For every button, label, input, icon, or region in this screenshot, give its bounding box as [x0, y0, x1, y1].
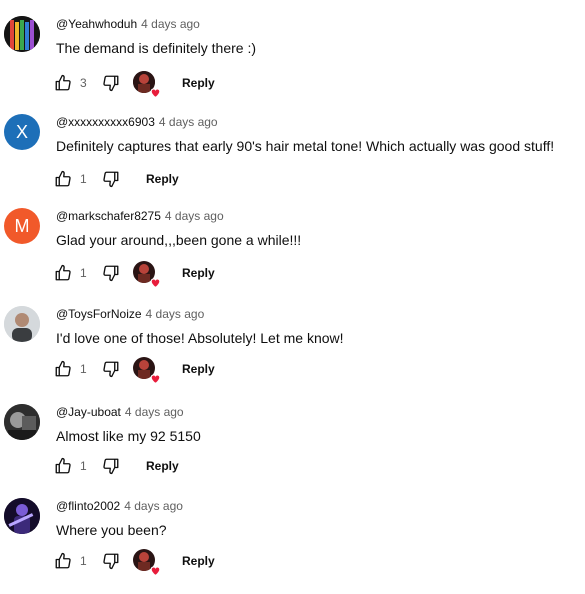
thumbs-up-icon: [55, 457, 71, 474]
comment-text: The demand is definitely there :): [56, 40, 256, 56]
reply-button[interactable]: Reply: [146, 167, 179, 191]
avatar-letter: M: [14, 216, 30, 236]
mono-avatar-image: [4, 404, 40, 440]
comment-header: @Yeahwhoduh 4 days ago: [56, 16, 200, 32]
like-button[interactable]: [54, 71, 74, 95]
thumbs-up-icon: [55, 552, 71, 569]
comment-item: @flinto2002 4 days ago Where you been? 1 …: [0, 498, 585, 594]
comment-header: @Jay-uboat 4 days ago: [56, 404, 184, 420]
thumbs-up-icon: [55, 360, 71, 377]
like-count: 3: [80, 76, 87, 90]
timestamp[interactable]: 4 days ago: [165, 209, 224, 223]
person-avatar-image: [4, 306, 40, 342]
stage-avatar-image: [4, 498, 40, 534]
comment-actions: 3 Reply: [54, 71, 574, 99]
comment-item: M @markschafer8275 4 days ago Glad your a…: [0, 208, 585, 304]
avatar[interactable]: M: [4, 208, 40, 244]
reply-button[interactable]: Reply: [182, 71, 215, 95]
author-name[interactable]: @markschafer8275: [56, 209, 161, 223]
thumbs-down-icon: [103, 458, 119, 475]
like-count: 1: [80, 459, 87, 473]
reply-button[interactable]: Reply: [182, 357, 215, 381]
heart-icon: [150, 374, 161, 385]
reply-button[interactable]: Reply: [182, 549, 215, 573]
like-button[interactable]: [54, 454, 74, 478]
comment-item: X @xxxxxxxxxx6903 4 days ago Definitely c…: [0, 114, 585, 210]
guitar-avatar-image: [4, 16, 40, 52]
creator-heart-badge: [133, 71, 161, 99]
heart-icon: [150, 566, 161, 577]
thumbs-down-icon: [103, 553, 119, 570]
comment-actions: 1 Reply: [54, 549, 574, 577]
heart-icon: [150, 278, 161, 289]
comment-text: Definitely captures that early 90's hair…: [56, 138, 555, 154]
avatar[interactable]: X: [4, 114, 40, 150]
author-name[interactable]: @flinto2002: [56, 499, 120, 513]
thumbs-up-icon: [55, 74, 71, 91]
comment-header: @flinto2002 4 days ago: [56, 498, 183, 514]
heart-icon: [150, 88, 161, 99]
comment-actions: 1 Reply: [54, 357, 574, 385]
thumbs-up-icon: [55, 170, 71, 187]
reply-button[interactable]: Reply: [182, 261, 215, 285]
comment-item: @ToysForNoize 4 days ago I'd love one of …: [0, 306, 585, 402]
creator-heart-badge: [133, 261, 161, 289]
dislike-button[interactable]: [102, 357, 122, 381]
reply-button[interactable]: Reply: [146, 454, 179, 478]
timestamp[interactable]: 4 days ago: [146, 307, 205, 321]
like-count: 1: [80, 266, 87, 280]
avatar[interactable]: [4, 498, 40, 534]
like-button[interactable]: [54, 167, 74, 191]
thumbs-up-icon: [55, 264, 71, 281]
dislike-button[interactable]: [102, 549, 122, 573]
like-button[interactable]: [54, 549, 74, 573]
like-button[interactable]: [54, 357, 74, 381]
thumbs-down-icon: [103, 361, 119, 378]
comment-header: @xxxxxxxxxx6903 4 days ago: [56, 114, 218, 130]
comment-text: I'd love one of those! Absolutely! Let m…: [56, 330, 344, 346]
author-name[interactable]: @Yeahwhoduh: [56, 17, 137, 31]
dislike-button[interactable]: [102, 454, 122, 478]
comment-item: @Yeahwhoduh 4 days ago The demand is defi…: [0, 16, 585, 112]
comment-header: @markschafer8275 4 days ago: [56, 208, 224, 224]
like-count: 1: [80, 172, 87, 186]
comment-header: @ToysForNoize 4 days ago: [56, 306, 204, 322]
author-name[interactable]: @xxxxxxxxxx6903: [56, 115, 155, 129]
comment-actions: 1 Reply: [54, 167, 574, 191]
comment-text: Almost like my 92 5150: [56, 428, 201, 444]
creator-heart-badge: [133, 549, 161, 577]
comment-item: @Jay-uboat 4 days ago Almost like my 92 5…: [0, 404, 585, 500]
like-count: 1: [80, 362, 87, 376]
avatar-letter: X: [15, 122, 28, 142]
thumbs-down-icon: [103, 265, 119, 282]
timestamp[interactable]: 4 days ago: [159, 115, 218, 129]
timestamp[interactable]: 4 days ago: [125, 405, 184, 419]
timestamp[interactable]: 4 days ago: [141, 17, 200, 31]
timestamp[interactable]: 4 days ago: [124, 499, 183, 513]
avatar[interactable]: [4, 404, 40, 440]
like-button[interactable]: [54, 261, 74, 285]
comment-actions: 1 Reply: [54, 454, 574, 478]
thumbs-down-icon: [103, 75, 119, 92]
dislike-button[interactable]: [102, 71, 122, 95]
author-name[interactable]: @ToysForNoize: [56, 307, 142, 321]
author-name[interactable]: @Jay-uboat: [56, 405, 121, 419]
thumbs-down-icon: [103, 171, 119, 188]
comment-text: Where you been?: [56, 522, 167, 538]
comment-text: Glad your around,,,been gone a while!!!: [56, 232, 302, 248]
creator-heart-badge: [133, 357, 161, 385]
avatar[interactable]: [4, 306, 40, 342]
avatar[interactable]: [4, 16, 40, 52]
dislike-button[interactable]: [102, 167, 122, 191]
like-count: 1: [80, 554, 87, 568]
comment-actions: 1 Reply: [54, 261, 574, 289]
dislike-button[interactable]: [102, 261, 122, 285]
